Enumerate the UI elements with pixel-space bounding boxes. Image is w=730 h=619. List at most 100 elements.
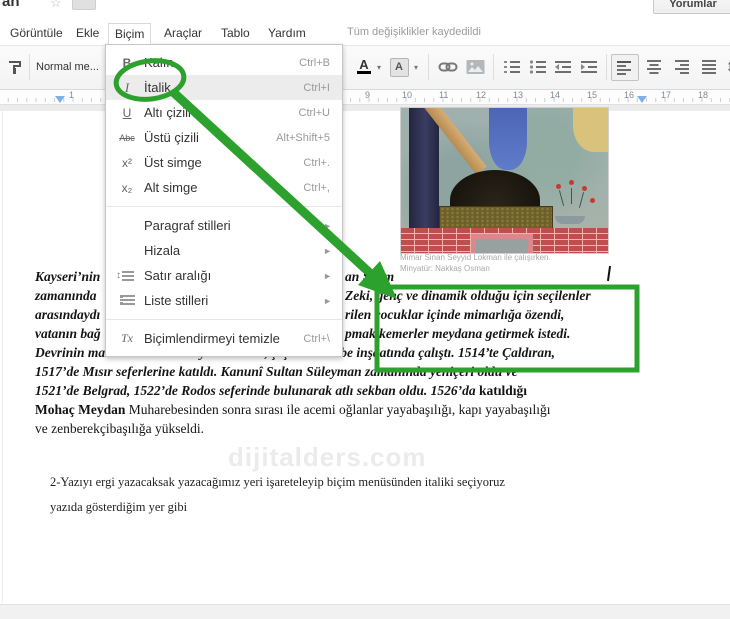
menu-item-italik[interactable]: I İtalik Ctrl+I [106,75,342,100]
menu-tablo[interactable]: Tablo [215,23,256,43]
menu-araclar[interactable]: Araçlar [158,23,208,43]
star-icon[interactable]: ☆ [50,0,62,11]
subscript-icon: x₂ [121,180,133,195]
menu-yardim[interactable]: Yardım [262,23,312,43]
increase-indent-icon[interactable] [577,55,601,79]
ruler-number: 18 [698,90,709,100]
ruler-number: 17 [661,90,672,100]
doc-line7-tail: katıldığı [475,383,528,398]
miniature-dome [450,170,540,208]
align-right-button[interactable] [671,55,695,79]
menu-separator [106,319,342,320]
doc-line8: Mohaç Meydan Muharebesinden sonra sırası… [35,400,551,419]
justify-button[interactable] [698,55,722,79]
ruler-number: 11 [439,90,449,100]
menu-item-paragraf-stilleri[interactable]: Paragraf stilleri ► [106,213,342,238]
align-center-button[interactable] [643,55,667,79]
text-color-arrow[interactable]: ▾ [374,55,384,79]
highlight-color-button[interactable]: A [389,55,409,79]
highlight-color-arrow[interactable]: ▾ [411,55,421,79]
bulleted-list-icon[interactable] [526,55,550,79]
menu-item-kalin[interactable]: B Kalın Ctrl+B [106,50,342,75]
doc-line4-left: vatanın bağ [35,326,101,341]
miniature-image[interactable] [400,107,609,254]
submenu-arrow-icon: ► [323,270,332,281]
miniature-flower [582,186,587,191]
bold-icon: B [122,55,132,70]
miniature-figure2 [573,108,608,152]
google-docs-window: an ☆ Yorumlar Görüntüle Ekle Biçim Araçl… [0,0,730,619]
ruler-number: 10 [402,90,413,100]
superscript-icon: x² [122,155,132,170]
save-status: Tüm değişiklikler kaydedildi [347,26,481,38]
comments-button[interactable]: Yorumlar [653,0,730,14]
ruler-number: 16 [624,90,635,100]
doc-line2-right: Zeki, genç ve dinamik olduğu için seçile… [345,288,591,303]
watermark: dijitalders.com [228,442,427,472]
miniature-figure [489,108,527,170]
ruler-number: 12 [476,90,487,100]
menu-item-satir-araligi[interactable]: ↕ Satır aralığı ► [106,263,342,288]
miniature-flower [569,180,574,185]
miniature-flower [556,184,561,189]
insert-image-icon[interactable] [463,55,487,79]
format-menu: B Kalın Ctrl+B I İtalik Ctrl+I U Altı çi… [105,44,343,357]
document-title-fragment[interactable]: an [2,0,20,10]
numbered-list-icon[interactable] [500,55,524,79]
menu-item-ustu-cizili[interactable]: Abc Üstü çizili Alt+Shift+5 [106,125,342,150]
image-caption-line1: Mimar Sinan Seyyid Lokman ile çalışırken… [400,253,551,262]
list-styles-icon [116,294,138,308]
menu-item-bicimlendirmeyi-temizle[interactable]: Tx Biçimlendirmeyi temizle Ctrl+\ [106,326,342,351]
ruler-number: 1 [69,90,75,100]
doc-line1-left: Kayseri’nin [35,269,101,284]
menubar: Görüntüle Ekle Biçim Araçlar Tablo Yardı… [0,20,730,44]
menu-item-liste-stilleri[interactable]: Liste stilleri ► [106,288,342,313]
ruler-number: 14 [550,90,561,100]
menu-item-alt-simge[interactable]: x₂ Alt simge Ctrl+, [106,175,342,200]
menu-ekle[interactable]: Ekle [70,23,105,43]
doc-line4-right: pmak kemerler meydana getirmek istedi. [345,326,571,341]
menu-item-ust-simge[interactable]: x² Üst simge Ctrl+. [106,150,342,175]
menu-bicim[interactable]: Biçim [108,23,152,44]
indent-marker-left[interactable] [55,96,65,103]
doc-line7: 1521’de Belgrad, 1522’de Rodos seferinde… [35,381,527,400]
menu-item-hizala[interactable]: Hizala ► [106,238,342,263]
submenu-arrow-icon: ► [323,295,332,306]
doc-line9: ve zenberekçibaşılığa yükseldi. [35,421,205,436]
clear-formatting-icon: Tx [121,331,133,345]
doc-line8-rest: Muharebesinden sonra sırası ile acemi oğ… [125,402,551,417]
submenu-arrow-icon: ► [323,220,332,231]
italic-icon: I [124,79,130,95]
text-color-glyph: A [359,57,369,72]
ruler-number: 13 [513,90,524,100]
align-left-button[interactable] [611,54,639,81]
indent-marker-right[interactable] [637,96,647,103]
menu-goruntule[interactable]: Görüntüle [4,23,69,43]
submenu-arrow-icon: ► [323,245,332,256]
text-color-button[interactable]: A [354,55,374,79]
doc-para2-line1: 2-Yazıyı ergi yazacaksak yazacağımız yer… [50,475,505,489]
underline-icon: U [122,105,132,120]
decrease-indent-icon[interactable] [551,55,575,79]
line-spacing-icon[interactable]: ↕ [723,55,730,79]
text-cursor [606,265,612,282]
menu-item-alti-cizili[interactable]: U Altı çizili Ctrl+U [106,100,342,125]
text-color-bar [357,71,371,74]
highlight-glyph: A [389,57,409,77]
image-caption-line2: Minyatür: Nakkaş Osman [400,264,490,273]
ruler-number: 15 [587,90,598,100]
paint-format-icon[interactable] [4,55,26,79]
doc-line3-right: rilen çocuklar içinde mimarlığa özendi, [345,307,565,322]
folder-icon[interactable] [72,0,96,10]
line-spacing-icon: ↕ [116,270,138,281]
menu-separator [106,206,342,207]
doc-line8-bold: Mohaç Meydan [35,402,126,417]
doc-line1-right: an Selim [345,269,395,284]
miniature-bowl [555,216,585,224]
page-left-edge [2,111,3,603]
miniature-flower [590,198,595,203]
strikethrough-icon: Abc [119,132,135,143]
doc-line7-italic: 1521’de Belgrad, 1522’de Rodos seferinde… [35,383,476,398]
insert-link-icon[interactable] [436,55,460,79]
paragraph-style-dropdown[interactable]: Normal me... [36,55,102,79]
